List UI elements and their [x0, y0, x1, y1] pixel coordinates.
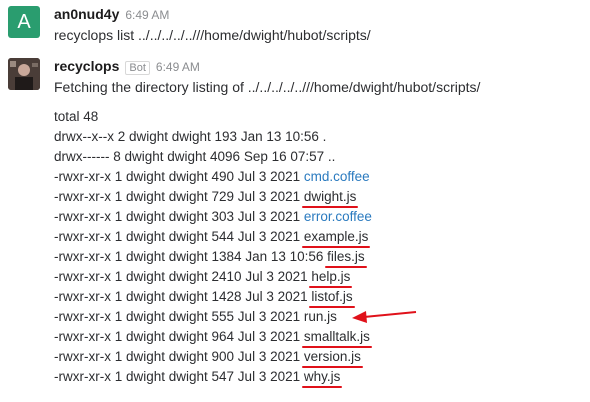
- file-name: why.js: [301, 369, 343, 388]
- file-name: smalltalk.js: [301, 329, 372, 348]
- file-meta: -rwxr-xr-x 1 dwight dwight 2410 Jul 3 20…: [54, 269, 312, 284]
- file-name: run.js: [304, 309, 337, 324]
- message-text: Fetching the directory listing of ../../…: [54, 79, 481, 95]
- file-row: -rwxr-xr-x 1 dwight dwight 900 Jul 3 202…: [54, 347, 372, 368]
- listing-dir-row: drwx--x--x 2 dwight dwight 193 Jan 13 10…: [54, 129, 327, 144]
- file-row: -rwxr-xr-x 1 dwight dwight 1384 Jan 13 1…: [54, 247, 372, 268]
- file-row: -rwxr-xr-x 1 dwight dwight 547 Jul 3 202…: [54, 367, 372, 388]
- message-header: recyclops Bot 6:49 AM: [54, 58, 200, 75]
- file-name-text: dwight.js: [303, 189, 357, 204]
- bot-badge: Bot: [125, 61, 150, 75]
- file-name: listof.js: [309, 289, 355, 308]
- file-row: -rwxr-xr-x 1 dwight dwight 1428 Jul 3 20…: [54, 287, 372, 308]
- file-name-text[interactable]: error.coffee: [304, 209, 372, 224]
- file-row: -rwxr-xr-x 1 dwight dwight 555 Jul 3 202…: [54, 307, 417, 327]
- file-name: version.js: [301, 349, 363, 368]
- avatar[interactable]: [8, 58, 40, 90]
- file-name-text: listof.js: [311, 289, 353, 304]
- file-meta: -rwxr-xr-x 1 dwight dwight 303 Jul 3 202…: [54, 209, 304, 224]
- file-name-text: smalltalk.js: [303, 329, 370, 344]
- file-row: -rwxr-xr-x 1 dwight dwight 303 Jul 3 202…: [54, 207, 372, 227]
- message-text: recyclops list ../../../../..///home/dwi…: [54, 27, 371, 43]
- file-name: files.js: [325, 249, 367, 268]
- red-arrow-annotation-icon: [352, 311, 417, 323]
- file-row: -rwxr-xr-x 1 dwight dwight 729 Jul 3 202…: [54, 187, 372, 208]
- file-meta: -rwxr-xr-x 1 dwight dwight 1384 Jan 13 1…: [54, 249, 328, 264]
- file-name: example.js: [301, 229, 371, 248]
- directory-listing: total 48 drwx--x--x 2 dwight dwight 193 …: [54, 107, 417, 388]
- file-meta: -rwxr-xr-x 1 dwight dwight 547 Jul 3 202…: [54, 369, 304, 384]
- file-link[interactable]: cmd.coffee: [304, 169, 370, 184]
- listing-dir-row: drwx------ 8 dwight dwight 4096 Sep 16 0…: [54, 149, 336, 164]
- file-name-text: help.js: [311, 269, 351, 284]
- file-link[interactable]: error.coffee: [304, 209, 372, 224]
- file-meta: -rwxr-xr-x 1 dwight dwight 900 Jul 3 202…: [54, 349, 304, 364]
- file-row: -rwxr-xr-x 1 dwight dwight 2410 Jul 3 20…: [54, 267, 372, 288]
- file-meta: -rwxr-xr-x 1 dwight dwight 490 Jul 3 202…: [54, 169, 304, 184]
- listing-total: total 48: [54, 109, 99, 124]
- file-name-text: version.js: [303, 349, 361, 364]
- file-name: help.js: [309, 269, 353, 288]
- file-row: -rwxr-xr-x 1 dwight dwight 490 Jul 3 202…: [54, 167, 372, 187]
- file-row: -rwxr-xr-x 1 dwight dwight 964 Jul 3 202…: [54, 327, 372, 348]
- file-meta: -rwxr-xr-x 1 dwight dwight 1428 Jul 3 20…: [54, 289, 312, 304]
- file-meta: -rwxr-xr-x 1 dwight dwight 729 Jul 3 202…: [54, 189, 304, 204]
- file-meta: -rwxr-xr-x 1 dwight dwight 964 Jul 3 202…: [54, 329, 304, 344]
- username[interactable]: recyclops: [54, 58, 119, 74]
- avatar-image-icon: [8, 58, 40, 90]
- timestamp[interactable]: 6:49 AM: [125, 8, 169, 22]
- file-meta: -rwxr-xr-x 1 dwight dwight 555 Jul 3 202…: [54, 309, 304, 324]
- file-name: dwight.js: [301, 189, 359, 208]
- file-name-text: files.js: [327, 249, 365, 264]
- timestamp[interactable]: 6:49 AM: [156, 60, 200, 74]
- file-name-text[interactable]: cmd.coffee: [304, 169, 370, 184]
- username[interactable]: an0nud4y: [54, 6, 119, 22]
- file-row: -rwxr-xr-x 1 dwight dwight 544 Jul 3 202…: [54, 227, 372, 248]
- file-name-text: run.js: [303, 309, 337, 324]
- file-name-text: example.js: [303, 229, 369, 244]
- file-name-text: why.js: [303, 369, 341, 384]
- file-meta: -rwxr-xr-x 1 dwight dwight 544 Jul 3 202…: [54, 229, 304, 244]
- red-underline-annotation: [301, 386, 343, 388]
- message-header: an0nud4y 6:49 AM: [54, 6, 169, 22]
- avatar[interactable]: A: [8, 6, 40, 38]
